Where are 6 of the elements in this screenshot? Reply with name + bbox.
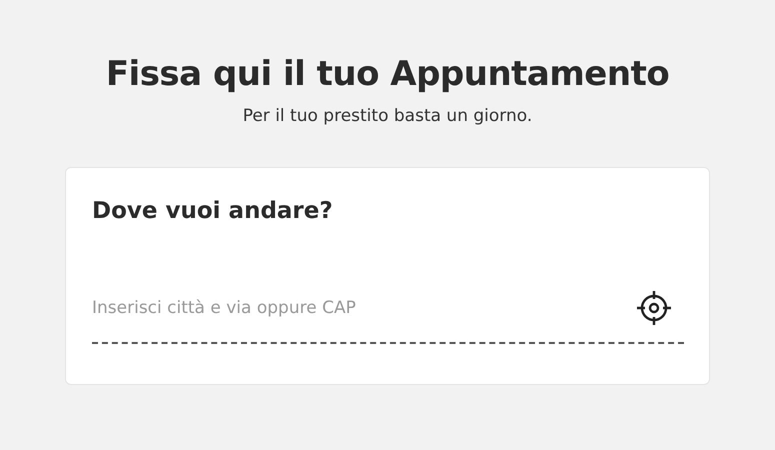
page-subtitle: Per il tuo prestito basta un giorno. xyxy=(242,105,532,128)
crosshair-icon xyxy=(636,290,672,326)
page-title: Fissa qui il tuo Appuntamento xyxy=(106,53,670,96)
address-field[interactable]: Inserisci città e via oppure CAP xyxy=(92,298,636,318)
locate-button[interactable] xyxy=(636,290,672,326)
card-heading: Dove vuoi andare? xyxy=(92,197,334,226)
